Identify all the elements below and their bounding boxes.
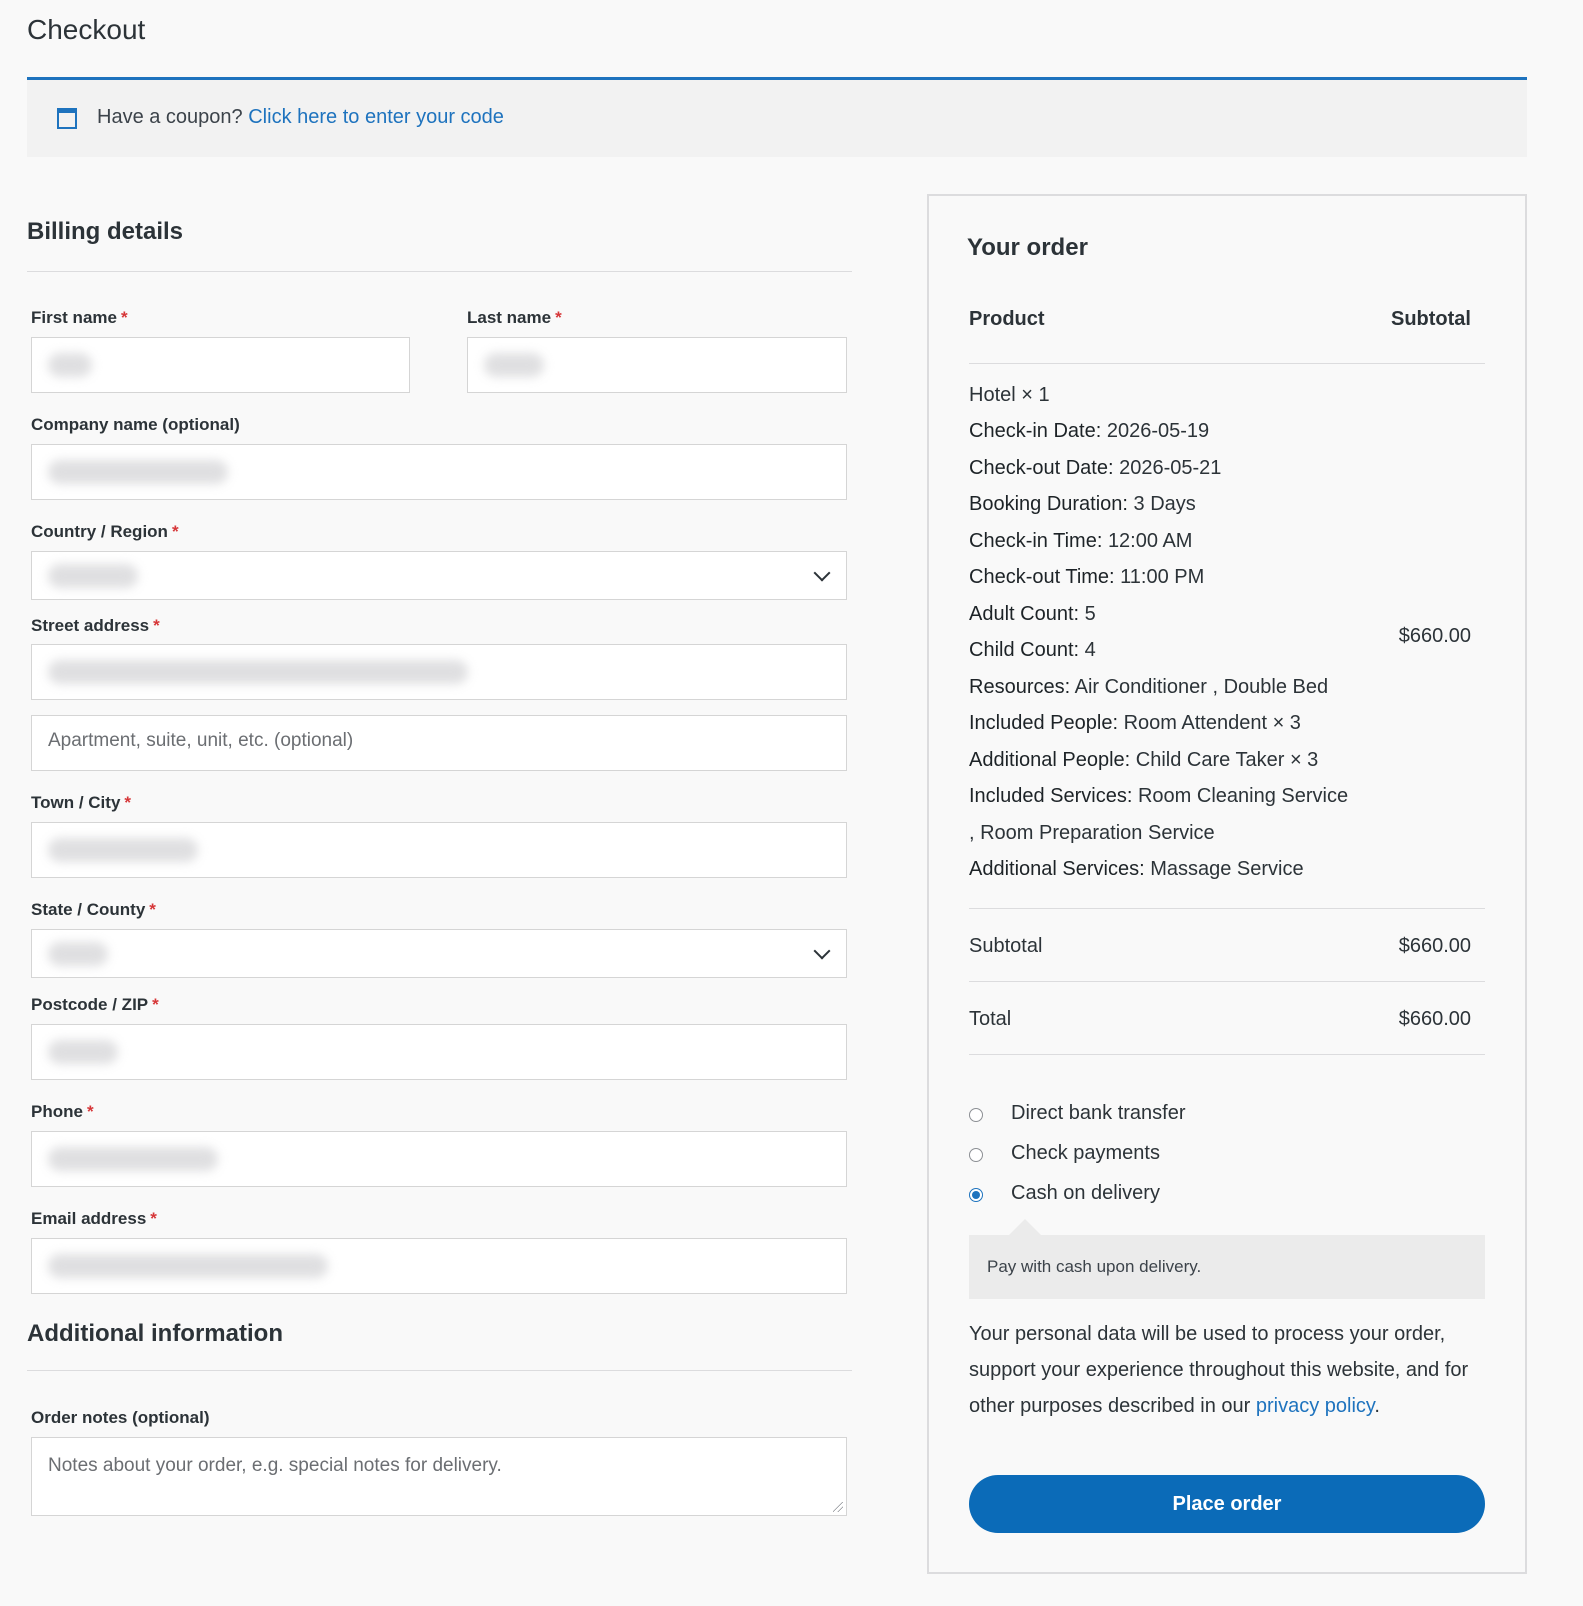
resize-handle-icon[interactable]: [833, 1502, 843, 1512]
item-price: $660.00: [1398, 625, 1471, 647]
place-order-button[interactable]: Place order: [969, 1475, 1485, 1533]
country-select[interactable]: [31, 551, 847, 600]
company-input[interactable]: [31, 444, 847, 500]
item-meta-line: Child Count: 4: [969, 639, 1096, 661]
item-meta-line: , Room Preparation Service: [969, 822, 1215, 844]
payment-bank-transfer[interactable]: Direct bank transfer: [1011, 1102, 1186, 1125]
payment-description: Pay with cash upon delivery.: [987, 1257, 1202, 1276]
total-divider: [969, 1054, 1485, 1055]
payment-cod[interactable]: Cash on delivery: [1011, 1182, 1160, 1205]
privacy-notice: Your personal data will be used to proce…: [969, 1323, 1469, 1417]
privacy-policy-link[interactable]: privacy policy: [1256, 1395, 1375, 1417]
product-column-header: Product: [969, 308, 1045, 330]
payment-check[interactable]: Check payments: [1011, 1142, 1160, 1165]
item-meta-line: Check-out Time: 11:00 PM: [969, 566, 1205, 588]
radio-check-payments[interactable]: [969, 1148, 983, 1162]
chevron-down-icon: [813, 564, 831, 582]
item-meta-line: Additional People: Child Care Taker × 3: [969, 749, 1319, 771]
company-label: Company name (optional): [31, 415, 240, 434]
total-label: Total: [969, 1008, 1012, 1030]
header-divider: [969, 363, 1485, 364]
postcode-input[interactable]: [31, 1024, 847, 1080]
item-meta-line: Additional Services: Massage Service: [969, 858, 1304, 880]
coupon-prompt: Have a coupon?: [97, 106, 243, 128]
item-name: Hotel × 1: [969, 384, 1050, 406]
coupon-notice: Have a coupon? Click here to enter your …: [27, 77, 1527, 157]
item-meta-line: Included People: Room Attendent × 3: [969, 712, 1301, 734]
item-meta-line: Included Services: Room Cleaning Service: [969, 785, 1349, 807]
subtotal-column-header: Subtotal: [1391, 308, 1471, 330]
phone-input[interactable]: [31, 1131, 847, 1187]
order-review: Your order Product Subtotal Hotel × 1 Ch…: [927, 194, 1527, 1574]
item-meta-line: Adult Count: 5: [969, 603, 1096, 625]
page-title: Checkout: [27, 14, 146, 45]
items-divider: [969, 908, 1485, 909]
coupon-link[interactable]: Click here to enter your code: [248, 106, 504, 128]
radio-cash-on-delivery[interactable]: [969, 1188, 983, 1202]
total-value: $660.00: [1398, 1008, 1471, 1030]
subtotal-label: Subtotal: [969, 935, 1043, 957]
country-label: Country / Region *: [31, 522, 179, 541]
order-title: Your order: [967, 234, 1088, 261]
last-name-input[interactable]: [467, 337, 847, 393]
billing-divider: [27, 271, 852, 272]
radio-bank-transfer[interactable]: [969, 1108, 983, 1122]
apartment-input[interactable]: Apartment, suite, unit, etc. (optional): [31, 715, 847, 771]
city-input[interactable]: [31, 822, 847, 878]
additional-title: Additional information: [27, 1320, 283, 1347]
last-name-label: Last name *: [467, 308, 562, 327]
additional-divider: [27, 1370, 852, 1371]
street-input[interactable]: [31, 644, 847, 700]
item-meta-line: Check-out Date: 2026-05-21: [969, 457, 1222, 479]
item-meta-line: Booking Duration: 3 Days: [969, 493, 1196, 515]
state-select[interactable]: [31, 929, 847, 978]
coupon-text: Have a coupon? Click here to enter your …: [97, 106, 504, 129]
email-label: Email address *: [31, 1209, 157, 1228]
email-input[interactable]: [31, 1238, 847, 1294]
phone-label: Phone *: [31, 1102, 94, 1121]
subtotal-value: $660.00: [1398, 935, 1471, 957]
order-notes-label: Order notes (optional): [31, 1408, 210, 1427]
city-label: Town / City *: [31, 793, 132, 812]
first-name-input[interactable]: [31, 337, 410, 393]
item-meta-line: Check-in Time: 12:00 AM: [969, 530, 1193, 552]
order-notes-textarea[interactable]: Notes about your order, e.g. special not…: [31, 1437, 847, 1516]
payment-description-box: Pay with cash upon delivery.: [969, 1219, 1485, 1299]
calendar-icon: [57, 108, 77, 129]
chevron-down-icon: [813, 942, 831, 960]
first-name-label: First name *: [31, 308, 128, 327]
subtotal-divider: [969, 981, 1485, 982]
item-meta-line: Resources: Air Conditioner , Double Bed: [969, 676, 1329, 698]
item-meta-line: Check-in Date: 2026-05-19: [969, 420, 1210, 442]
billing-title: Billing details: [27, 218, 184, 245]
street-label: Street address *: [31, 616, 160, 635]
state-label: State / County *: [31, 900, 156, 919]
postcode-label: Postcode / ZIP *: [31, 995, 159, 1014]
